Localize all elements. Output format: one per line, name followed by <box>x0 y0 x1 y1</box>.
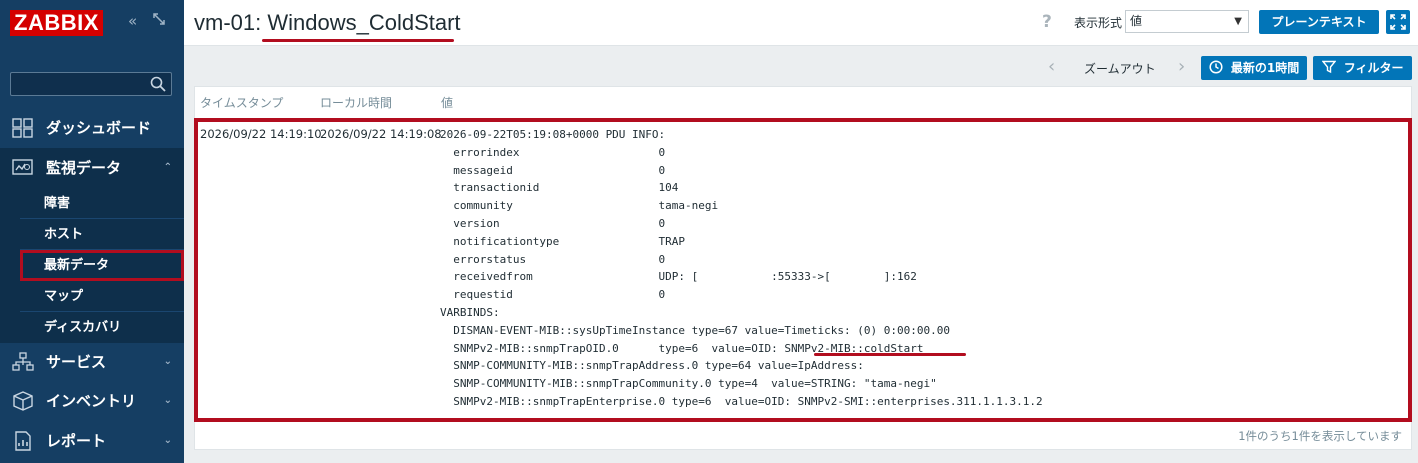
plain-text-button[interactable]: プレーンテキスト <box>1259 10 1379 34</box>
sidebar-item-hosts[interactable]: ホスト <box>20 219 184 250</box>
format-label: 表示形式 <box>1074 16 1123 30</box>
menu-label: ダッシュボード <box>46 119 152 137</box>
inventory-icon <box>12 391 34 411</box>
menu-inventory[interactable]: インベントリ ⌄ <box>0 381 184 421</box>
chevron-down-icon: ▼ <box>1234 16 1242 27</box>
format-select-value: 値 <box>1130 14 1143 28</box>
page-title: vm-01: Windows_ColdStart <box>194 10 461 35</box>
menu-reports[interactable]: レポート ⌄ <box>0 421 184 461</box>
filter-label: フィルター <box>1343 61 1404 75</box>
sidebar-search-input[interactable] <box>10 72 172 96</box>
fullscreen-button[interactable] <box>1386 10 1410 34</box>
cell-local-time: 2026/09/22 14:19:08 <box>320 127 442 141</box>
page-header: vm-01: Windows_ColdStart ? 表示形式 値 ▼ プレーン… <box>184 0 1418 46</box>
zabbix-logo[interactable]: ZABBIX <box>10 10 103 36</box>
last-1-hour-button[interactable]: 最新の1時間 <box>1201 56 1307 80</box>
column-header-value[interactable]: 値 <box>441 94 453 111</box>
menu-monitoring[interactable]: 監視データ ⌃ <box>0 148 184 188</box>
menu-label: サービス <box>46 353 107 371</box>
chevron-down-icon: ⌄ <box>163 395 172 406</box>
prev-period-button[interactable]: ‹ <box>1048 56 1055 78</box>
chevron-down-icon: ⌄ <box>163 435 172 446</box>
menu-label: 監視データ <box>46 159 122 177</box>
cell-timestamp: 2026/09/22 14:19:10 <box>200 127 322 141</box>
filter-icon <box>1321 60 1344 75</box>
menu-dashboard[interactable]: ダッシュボード <box>0 108 184 148</box>
search-icon[interactable] <box>149 75 167 93</box>
services-icon <box>12 352 34 372</box>
menu-services[interactable]: サービス ⌄ <box>0 342 184 382</box>
fullscreen-icon <box>1390 14 1406 33</box>
zoom-out-button[interactable]: ズームアウト <box>1084 60 1156 77</box>
chevron-down-icon: ⌄ <box>163 356 172 367</box>
last-1-hour-label: 最新の1時間 <box>1230 61 1300 75</box>
chevron-up-icon: ⌃ <box>163 162 172 173</box>
column-header-timestamp[interactable]: タイムスタンプ <box>200 94 283 111</box>
sidebar-item-latest-data[interactable]: 最新データ <box>20 250 184 281</box>
format-select[interactable]: 値 ▼ <box>1125 10 1249 33</box>
cell-value: 2026-09-22T05:19:08+0000 PDU INFO: error… <box>440 128 1043 408</box>
kiosk-icon[interactable] <box>152 12 166 30</box>
reports-icon <box>12 431 34 451</box>
clock-icon <box>1209 60 1231 75</box>
collapse-icon[interactable]: « <box>128 12 137 30</box>
menu-label: インベントリ <box>46 392 137 410</box>
help-icon[interactable]: ? <box>1042 12 1052 32</box>
dashboard-icon <box>12 118 34 138</box>
filter-button[interactable]: フィルター <box>1313 56 1412 80</box>
menu-label: レポート <box>46 432 107 450</box>
column-header-local-time[interactable]: ローカル時間 <box>320 94 392 111</box>
monitoring-submenu: 障害 ホスト 最新データ マップ ディスカバリ <box>0 188 184 343</box>
paging-summary: 1件のうち1件を表示しています <box>1238 429 1402 443</box>
coldstart-underline-annotation <box>814 353 966 356</box>
sidebar-item-problems[interactable]: 障害 <box>20 188 184 219</box>
sidebar: ZABBIX « ダッシュボード 監視データ ⌃ 障害 ホスト 最新データ マッ… <box>0 0 184 463</box>
title-underline-annotation <box>262 39 454 42</box>
sidebar-item-discovery[interactable]: ディスカバリ <box>20 312 184 343</box>
next-period-button[interactable]: › <box>1178 56 1185 78</box>
sidebar-item-maps[interactable]: マップ <box>20 281 184 312</box>
monitoring-icon <box>12 158 34 178</box>
